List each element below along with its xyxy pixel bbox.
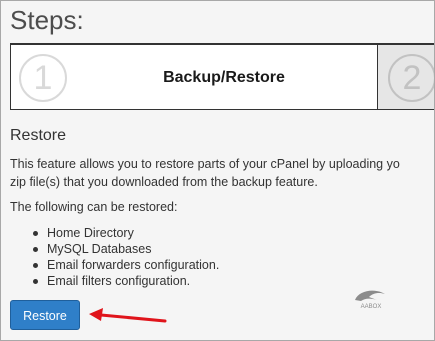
step-1-label: Backup/Restore <box>163 69 285 86</box>
aabox-logo: AABOX <box>355 290 385 310</box>
restorable-title: The following can be restored: <box>10 200 178 214</box>
restore-description: This feature allows you to restore parts… <box>10 155 434 191</box>
step-2-number: 2 <box>388 54 434 102</box>
list-item: Email filters configuration. <box>33 273 219 289</box>
step-1-tab[interactable]: 1 Backup/Restore <box>10 43 378 110</box>
description-line: zip file(s) that you downloaded from the… <box>10 175 318 189</box>
step-1-number: 1 <box>19 54 67 102</box>
logo-text: AABOX <box>361 304 382 310</box>
steps-bar: 1 Backup/Restore 2 <box>10 43 434 110</box>
list-item: Email forwarders configuration. <box>33 257 219 273</box>
cpanel-panel: Steps: 1 Backup/Restore 2 Restore This f… <box>0 0 435 341</box>
list-item: Home Directory <box>33 225 219 241</box>
page-title: Steps: <box>10 5 84 35</box>
description-line: This feature allows you to restore parts… <box>10 157 400 171</box>
restorable-list: Home Directory MySQL Databases Email for… <box>33 225 219 289</box>
step-2-tab[interactable]: 2 <box>377 43 434 110</box>
list-item: MySQL Databases <box>33 241 219 257</box>
section-title: Restore <box>10 127 67 144</box>
annotation-arrow-icon <box>89 308 167 323</box>
restore-button[interactable]: Restore <box>10 300 80 330</box>
